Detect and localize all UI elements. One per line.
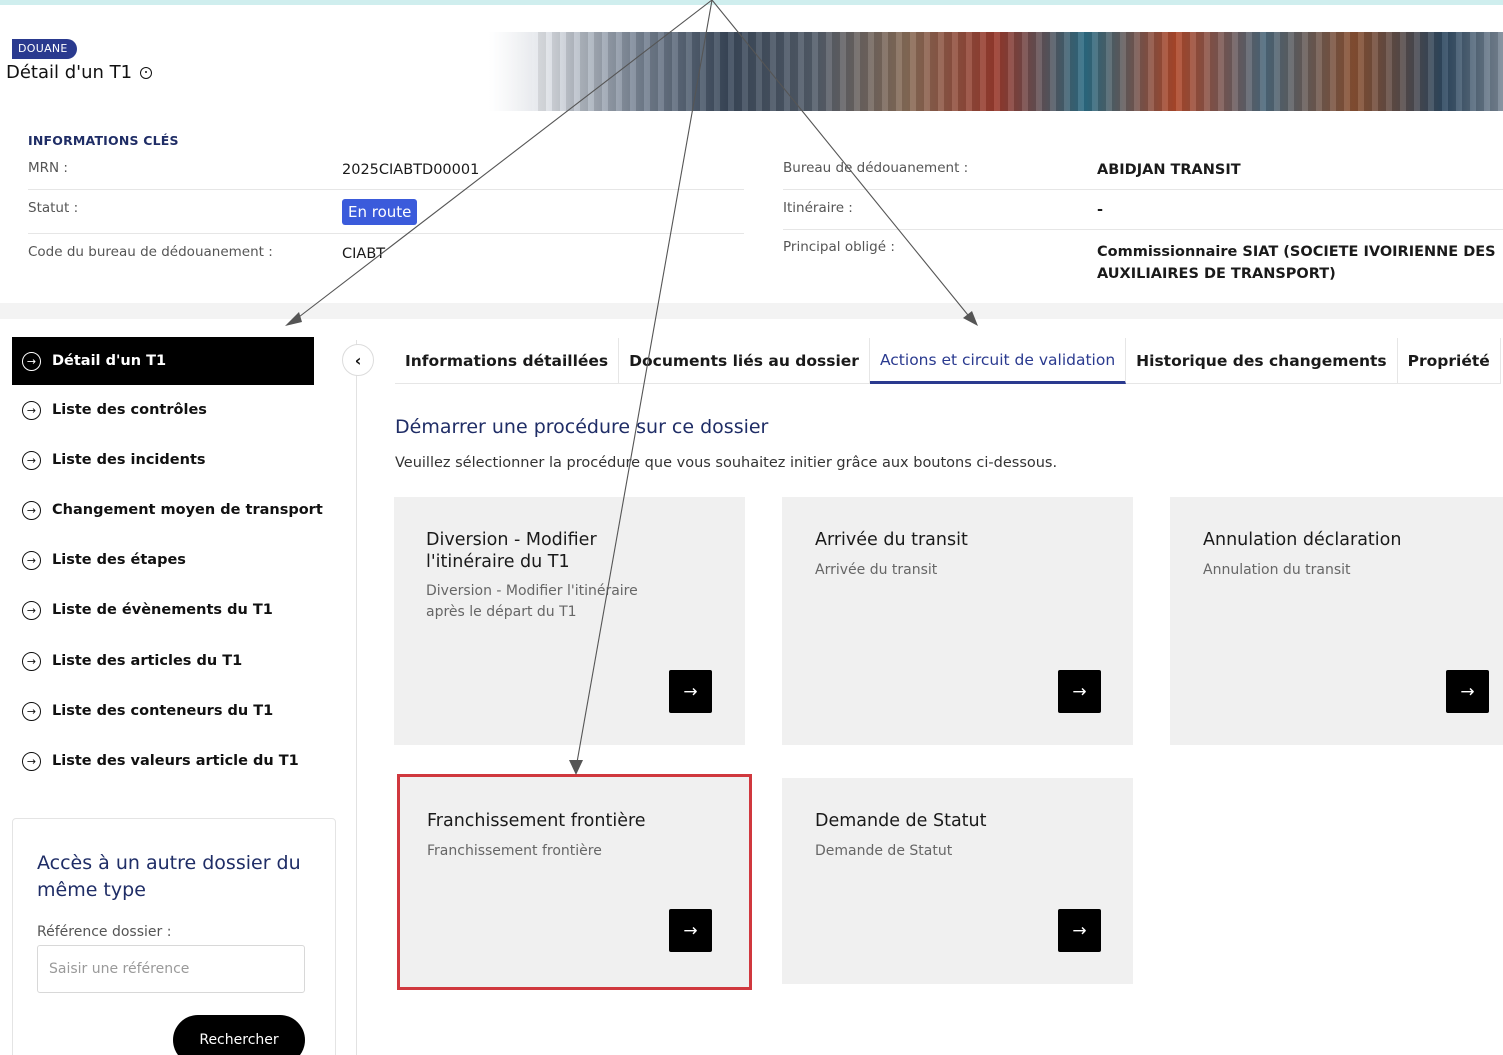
top-accent-line <box>0 0 1503 5</box>
principal-value-line-1: Commissionnaire SIAT (SOCIETE IVOIRIENNE… <box>1097 244 1496 260</box>
sidebar-item-label: Liste des valeurs article du T1 <box>52 753 299 769</box>
card-subtitle: Diversion - Modifier l'itinéraire après … <box>426 583 638 620</box>
row-divider <box>28 189 744 190</box>
procedure-card-demande-statut[interactable]: Demande de Statut Demande de Statut → <box>782 778 1133 984</box>
row-divider <box>28 233 744 234</box>
search-button[interactable]: Rechercher <box>173 1015 305 1055</box>
collapse-sidebar-button[interactable]: ‹ <box>342 344 374 376</box>
tab-actions-validation[interactable]: Actions et circuit de validation <box>869 338 1127 384</box>
procedure-card-diversion[interactable]: Diversion - Modifier l'itinéraire du T1 … <box>394 497 745 745</box>
sidebar-item-label: Liste des articles du T1 <box>52 653 243 669</box>
principal-label: Principal obligé : <box>783 239 895 255</box>
bureau-value: ABIDJAN TRANSIT <box>1097 162 1241 178</box>
circle-arrow-right-icon: → <box>22 651 41 671</box>
tab-propriete[interactable]: Propriété <box>1398 338 1501 384</box>
circle-arrow-right-icon: → <box>22 500 41 520</box>
card-title: Diversion - Modifier l'itinéraire du T1 <box>426 530 597 572</box>
sidebar-item-label: Liste des incidents <box>52 452 206 468</box>
card-start-button[interactable]: → <box>1058 670 1101 713</box>
bureau-label: Bureau de dédouanement : <box>783 160 969 176</box>
card-start-button[interactable]: → <box>1446 670 1489 713</box>
sidebar-item-valeurs-article[interactable]: → Liste des valeurs article du T1 <box>12 741 314 781</box>
tab-bar: Informations détaillées Documents liés a… <box>395 338 1501 384</box>
circle-arrow-right-icon: → <box>22 550 41 570</box>
sidebar-item-incidents[interactable]: → Liste des incidents <box>12 440 314 480</box>
sidebar-item-etapes[interactable]: → Liste des étapes <box>12 540 314 580</box>
row-divider <box>783 229 1503 230</box>
circle-arrow-right-icon: → <box>22 600 41 620</box>
sidebar-item-label: Détail d'un T1 <box>52 353 167 369</box>
section-title: Démarrer une procédure sur ce dossier <box>395 416 769 438</box>
card-start-button[interactable]: → <box>669 670 712 713</box>
sidebar-item-conteneurs[interactable]: → Liste des conteneurs du T1 <box>12 691 314 731</box>
key-info-heading: INFORMATIONS CLÉS <box>28 133 179 148</box>
arrow-right-icon: → <box>683 681 698 702</box>
arrow-right-icon: → <box>1072 681 1087 702</box>
arrow-right-icon: → <box>1072 920 1087 941</box>
arrow-right-icon: → <box>1460 681 1475 702</box>
chevron-left-icon: ‹ <box>354 350 362 370</box>
search-panel-title: Accès à un autre dossier du même type <box>37 852 301 901</box>
sidebar-item-articles[interactable]: → Liste des articles du T1 <box>12 641 314 681</box>
section-separator <box>0 303 1503 319</box>
arrowhead-card <box>569 760 583 775</box>
card-subtitle: Annulation du transit <box>1203 562 1351 578</box>
statut-label: Statut : <box>28 200 79 216</box>
status-badge: En route <box>342 199 418 225</box>
reference-input[interactable] <box>37 945 305 993</box>
principal-value: Commissionnaire SIAT (SOCIETE IVOIRIENNE… <box>1097 241 1496 285</box>
card-subtitle: Demande de Statut <box>815 843 953 859</box>
card-title: Arrivée du transit <box>815 530 968 550</box>
card-start-button[interactable]: → <box>1058 909 1101 952</box>
card-subtitle: Arrivée du transit <box>815 562 938 578</box>
principal-value-line-2: AUXILIAIRES DE TRANSPORT) <box>1097 266 1336 282</box>
tab-informations-detaillees[interactable]: Informations détaillées <box>395 338 620 384</box>
page-title: Détail d'un T1 <box>6 62 153 83</box>
sidebar-item-evenements[interactable]: → Liste de évènements du T1 <box>12 590 314 630</box>
circle-arrow-right-icon: → <box>22 751 41 771</box>
domain-badge: DOUANE <box>12 39 77 59</box>
page-title-text: Détail d'un T1 <box>6 62 133 83</box>
sidebar-item-label: Changement moyen de transport <box>52 502 323 518</box>
mrn-label: MRN : <box>28 160 68 176</box>
circle-arrow-right-icon: → <box>22 701 41 721</box>
mrn-value: 2025CIABTD00001 <box>342 162 480 178</box>
circle-arrow-right-icon: → <box>22 450 41 470</box>
sidebar-item-label: Liste des contrôles <box>52 402 207 418</box>
sidebar-item-label: Liste de évènements du T1 <box>52 602 273 618</box>
highlight-frame <box>397 774 752 990</box>
circle-arrow-right-icon: → <box>22 400 41 420</box>
row-divider <box>783 189 1503 190</box>
sidebar-item-label: Liste des étapes <box>52 552 186 568</box>
sidebar-item-label: Liste des conteneurs du T1 <box>52 703 274 719</box>
header-banner-image <box>12 32 1503 111</box>
info-icon[interactable] <box>140 66 153 79</box>
reference-label: Référence dossier : <box>37 924 172 940</box>
sidebar-divider <box>356 340 357 1055</box>
sidebar-item-controles[interactable]: → Liste des contrôles <box>12 390 314 430</box>
card-title: Demande de Statut <box>815 811 987 831</box>
tab-historique[interactable]: Historique des changements <box>1126 338 1398 384</box>
tab-documents-lies[interactable]: Documents liés au dossier <box>619 338 870 384</box>
procedure-card-annulation[interactable]: Annulation déclaration Annulation du tra… <box>1170 497 1503 745</box>
code-bureau-label: Code du bureau de dédouanement : <box>28 244 273 260</box>
sidebar-item-detail-t1[interactable]: → Détail d'un T1 <box>12 337 314 385</box>
app-root: { "header": { "badge": "DOUANE", "title"… <box>0 0 1503 1055</box>
itineraire-label: Itinéraire : <box>783 200 853 216</box>
itineraire-value: - <box>1097 202 1104 218</box>
card-title: Annulation déclaration <box>1203 530 1402 550</box>
sidebar-item-changement-transport[interactable]: → Changement moyen de transport <box>12 490 323 530</box>
circle-arrow-right-icon: → <box>22 351 41 371</box>
procedure-card-arrivee[interactable]: Arrivée du transit Arrivée du transit → <box>782 497 1133 745</box>
section-description: Veuillez sélectionner la procédure que v… <box>395 455 1058 471</box>
code-bureau-value: CIABT <box>342 246 386 262</box>
banner-container-pattern <box>532 32 1503 111</box>
